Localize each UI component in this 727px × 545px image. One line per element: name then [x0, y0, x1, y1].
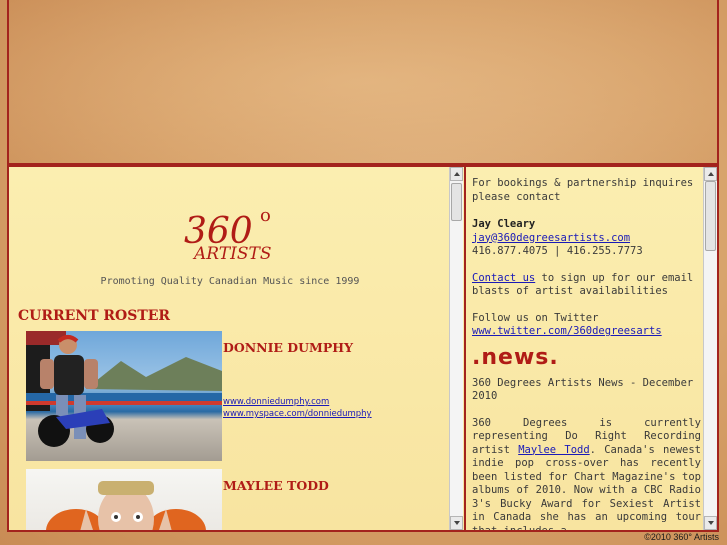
booking-intro: For bookings & partnership inquires plea…	[472, 177, 694, 203]
scroll-down-arrow-icon[interactable]	[450, 516, 463, 530]
email-signup-text: Contact us to sign up for our email blas…	[472, 272, 701, 299]
contact-phones: 416.877.4075 | 416.255.7773	[472, 245, 643, 257]
artist-photo-maylee-todd[interactable]	[26, 469, 222, 530]
scroll-down-arrow-icon[interactable]	[704, 516, 717, 530]
news-body: 360 Degrees is currently representing Do…	[472, 417, 701, 531]
logo-degree: o	[260, 205, 271, 226]
info-pane: For bookings & partnership inquires plea…	[472, 169, 701, 530]
site-logo[interactable]: 360 o ARTISTS	[176, 199, 291, 269]
contact-name: Jay Cleary	[472, 218, 536, 230]
contact-email-link[interactable]: jay@360degreesartists.com	[472, 232, 630, 244]
news-body-rest: . Canada's newest indie pop cross-over h…	[472, 443, 701, 531]
tagline: Promoting Quality Canadian Music since 1…	[100, 276, 360, 287]
artist-name-maylee-todd[interactable]: MAYLEE TODD	[223, 478, 329, 493]
contact-us-link[interactable]: Contact us	[472, 272, 535, 284]
content-frame: 360 o ARTISTS Promoting Quality Canadian…	[7, 165, 719, 532]
roster-scrollbar[interactable]	[449, 167, 463, 530]
news-title: 360 Degrees Artists News - December 2010	[472, 376, 694, 403]
news-artist-link[interactable]: Maylee Todd	[518, 444, 589, 456]
scroll-thumb[interactable]	[705, 181, 716, 251]
header-banner	[7, 0, 719, 165]
info-scrollbar[interactable]	[703, 167, 717, 530]
artist-name-donnie-dumphy[interactable]: DONNIE DUMPHY	[223, 340, 353, 355]
twitter-link[interactable]: www.twitter.com/360degreesarts	[472, 325, 662, 337]
artist-photo-donnie-dumphy[interactable]	[26, 331, 222, 461]
artist-myspace-link[interactable]: www.myspace.com/donniedumphy	[223, 409, 372, 419]
artist-website-link[interactable]: www.donniedumphy.com	[223, 397, 329, 407]
copyright-notice: ©2010 360° Artists	[644, 532, 719, 542]
roster-heading: CURRENT ROSTER	[18, 308, 171, 324]
scroll-thumb[interactable]	[451, 183, 462, 221]
scroll-up-arrow-icon[interactable]	[450, 167, 463, 181]
news-heading: .news.	[472, 344, 559, 370]
portrait-photo	[46, 481, 206, 530]
logo-wordmark: ARTISTS	[192, 244, 271, 264]
scroll-up-arrow-icon[interactable]	[704, 167, 717, 181]
motorbike-rider-photo	[26, 331, 222, 447]
pane-divider	[464, 167, 466, 530]
roster-pane: 360 o ARTISTS Promoting Quality Canadian…	[11, 169, 449, 530]
twitter-intro: Follow us on Twitter	[472, 311, 599, 324]
